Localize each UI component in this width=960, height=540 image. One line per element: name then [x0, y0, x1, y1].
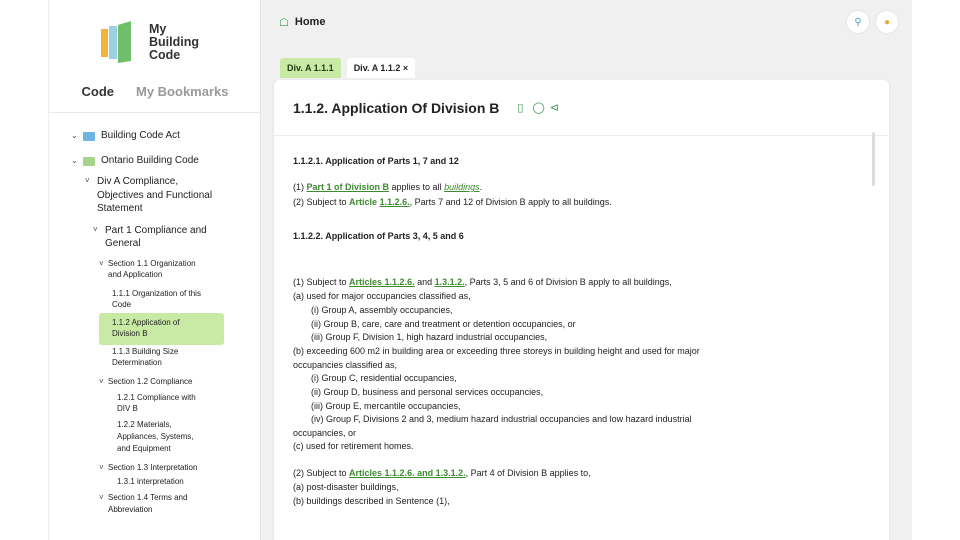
- profile-button[interactable]: ●: [876, 11, 898, 33]
- link-articles-1-1-2-6[interactable]: Articles 1.1.2.6.: [349, 277, 415, 287]
- clause: (b) buildings described in Sentence (1),: [293, 496, 450, 506]
- tree-item-1-1-1[interactable]: 1.1.1 Organization of this Code: [112, 288, 201, 310]
- bookmark-icon[interactable]: ▯: [517, 101, 523, 114]
- term-buildings[interactable]: buildings: [444, 182, 480, 192]
- book-icon: [83, 157, 95, 166]
- tree-item-building-code-act[interactable]: ⌄ Building Code Act: [71, 130, 180, 142]
- home-link[interactable]: Home: [295, 16, 326, 28]
- paragraph: (1) Subject to Articles 1.1.2.6. and 1.3…: [293, 277, 672, 287]
- link-articles-1-1-2-6-and-1-3-1-2[interactable]: Articles 1.1.2.6. and 1.3.1.2.: [349, 468, 466, 478]
- share-icon[interactable]: ⊲: [550, 101, 559, 114]
- scrollbar[interactable]: [872, 132, 875, 186]
- app-logo[interactable]: My Building Code: [99, 18, 199, 66]
- paragraph: (1) Part 1 of Division B applies to all …: [293, 182, 483, 192]
- logo-icon: [101, 21, 131, 63]
- search-icon: ⚲: [854, 16, 862, 28]
- tree-item-part-1[interactable]: ˅ Part 1 Compliance and General: [93, 224, 207, 250]
- link-1-3-1-2[interactable]: 1.3.1.2.: [435, 277, 465, 287]
- paragraph: (2) Subject to Article 1.1.2.6., Parts 7…: [293, 197, 612, 207]
- clause-continued: occupancies classified as,: [293, 360, 398, 370]
- chevron-down-icon: ⌄: [71, 156, 78, 165]
- subclause: (iv) Group F, Divisions 2 and 3, medium …: [311, 414, 692, 424]
- main-panel: ☖ Home ⚲ ● Div. A 1.1.1 Div. A 1.1.2 × 1…: [261, 0, 912, 540]
- sidebar: My Building Code Code My Bookmarks ⌄ Bui…: [48, 0, 261, 540]
- chevron-down-icon: ˅: [99, 377, 104, 386]
- link-1-1-2-6[interactable]: 1.1.2.6.: [380, 197, 410, 207]
- subclause: (iii) Group E, mercantile occupancies,: [311, 401, 461, 411]
- section-heading: 1.1.2.1. Application of Parts 1, 7 and 1…: [293, 156, 459, 166]
- paragraph: (2) Subject to Articles 1.1.2.6. and 1.3…: [293, 468, 591, 478]
- user-icon: ●: [883, 16, 891, 28]
- chevron-down-icon: ˅: [99, 463, 104, 472]
- chevron-down-icon: ⌄: [71, 131, 78, 140]
- home-icon[interactable]: ☖: [279, 16, 289, 29]
- document-card: 1.1.2. Application Of Division B ▯ ◯ ⊲ 1…: [274, 80, 889, 540]
- clause: (a) post-disaster buildings,: [293, 482, 399, 492]
- tree-item-section-1-4[interactable]: ˅ Section 1.4 Terms and Abbreviation: [99, 492, 187, 516]
- tree-item-section-1-2[interactable]: ˅ Section 1.2 Compliance: [99, 376, 193, 388]
- subclause: (i) Group A, assembly occupancies,: [311, 305, 453, 315]
- chevron-down-icon: ˅: [99, 493, 104, 502]
- tree-item-1-1-3[interactable]: 1.1.3 Building Size Determination: [112, 346, 178, 368]
- article-label: Article: [349, 197, 378, 207]
- document-tabs: Div. A 1.1.1 Div. A 1.1.2 ×: [280, 58, 416, 78]
- tree-item-div-a[interactable]: ˅ Div A Compliance, Objectives and Funct…: [85, 175, 212, 216]
- chevron-down-icon: ˅: [99, 259, 104, 268]
- comment-icon[interactable]: ◯: [532, 101, 544, 114]
- chevron-down-icon: ˅: [93, 225, 98, 234]
- document-header: 1.1.2. Application Of Division B ▯ ◯ ⊲: [274, 80, 889, 136]
- book-icon: [83, 132, 95, 141]
- tab-code[interactable]: Code: [82, 84, 115, 99]
- section-heading: 1.1.2.2. Application of Parts 3, 4, 5 an…: [293, 231, 464, 241]
- subclause: (i) Group C, residential occupancies,: [311, 373, 457, 383]
- clause: (c) used for retirement homes.: [293, 441, 414, 451]
- page-title: 1.1.2. Application Of Division B: [293, 99, 500, 116]
- sidebar-divider: [49, 112, 261, 113]
- subclause: (ii) Group D, business and personal serv…: [311, 387, 544, 397]
- top-bar: ☖ Home: [261, 0, 912, 44]
- subclause: (iii) Group F, Division 1, high hazard i…: [311, 332, 548, 342]
- tree-item-1-3-1[interactable]: 1.3.1 interpretation: [117, 476, 184, 487]
- link-part-1-div-b[interactable]: Part 1 of Division B: [307, 182, 390, 192]
- tree-item-1-2-1[interactable]: 1.2.1 Compliance with DIV B: [117, 392, 196, 414]
- clause: (a) used for major occupancies classifie…: [293, 291, 471, 301]
- clause-continued: occupancies, or: [293, 428, 357, 438]
- tree-item-section-1-3[interactable]: ˅ Section 1.3 Interpretation: [99, 462, 197, 474]
- tree-item-section-1-1[interactable]: ˅ Section 1.1 Organization and Applicati…: [99, 258, 196, 280]
- tree-item-1-1-2-selected[interactable]: 1.1.2 Application of Division B: [99, 313, 224, 345]
- tab-div-a-1-1-2[interactable]: Div. A 1.1.2 ×: [346, 58, 416, 78]
- tab-my-bookmarks[interactable]: My Bookmarks: [136, 84, 228, 99]
- tree-item-1-2-2[interactable]: 1.2.2 Materials, Appliances, Systems, an…: [117, 419, 193, 455]
- logo-text: My Building Code: [149, 21, 199, 62]
- subclause: (ii) Group B, care, care and treatment o…: [311, 319, 576, 329]
- search-button[interactable]: ⚲: [847, 11, 869, 33]
- chevron-down-icon: ˅: [85, 176, 90, 185]
- tab-div-a-1-1-1[interactable]: Div. A 1.1.1: [280, 58, 341, 78]
- clause: (b) exceeding 600 m2 in building area or…: [293, 346, 700, 356]
- tree-item-ontario-building-code[interactable]: ⌄ Ontario Building Code: [71, 155, 199, 167]
